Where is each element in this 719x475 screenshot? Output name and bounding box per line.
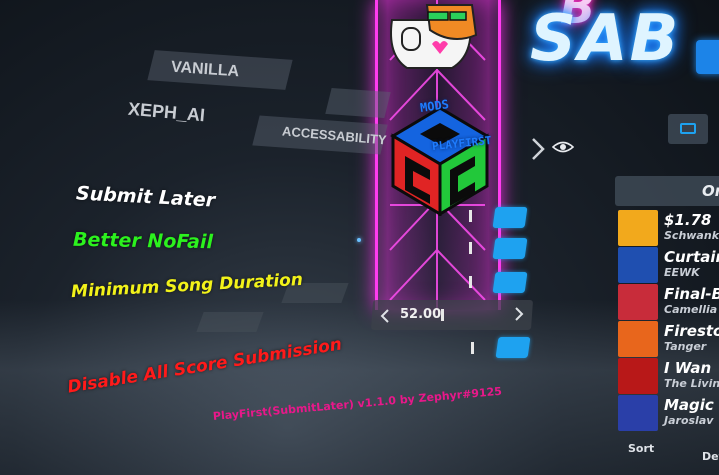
toggle-submit-later[interactable] xyxy=(492,207,528,228)
song-artist: Tanger xyxy=(664,340,707,353)
chevron-left-icon[interactable] xyxy=(378,307,392,325)
toggle-tick xyxy=(469,242,472,254)
song-list: $1.78 Schwank Curtain EEWK Final-B Camel… xyxy=(612,175,719,475)
sort-default-label[interactable]: Def xyxy=(702,450,719,463)
mascot-cat-icon xyxy=(390,4,478,69)
song-cover xyxy=(618,247,658,283)
song-title: $1.78 xyxy=(664,211,712,229)
stepper-value: 52.00 xyxy=(400,307,442,322)
option-better-nofail: Better NoFail xyxy=(72,228,214,254)
song-cover xyxy=(618,284,658,320)
song-cover xyxy=(618,210,658,246)
song-row[interactable]: Final-B Camellia xyxy=(612,284,719,321)
song-row[interactable]: Magic Jaroslav xyxy=(612,395,719,432)
sort-label[interactable]: Sort xyxy=(628,442,654,455)
song-row[interactable]: I Wan The Livin xyxy=(612,358,719,395)
eye-icon[interactable] xyxy=(552,139,574,155)
toggle-tick xyxy=(469,276,472,288)
light-dot xyxy=(357,238,361,242)
blue-block xyxy=(696,40,719,74)
toggle-better-nofail[interactable] xyxy=(492,238,528,259)
toggle-tick xyxy=(469,210,472,222)
song-title: I Wan xyxy=(664,359,712,377)
toggle-tick xyxy=(471,342,474,354)
song-title: Curtain xyxy=(664,248,719,266)
song-title: Firesto xyxy=(664,322,719,340)
song-cover xyxy=(618,358,658,394)
duration-stepper xyxy=(370,300,534,330)
song-row[interactable]: Curtain EEWK xyxy=(612,247,719,284)
song-artist: Camellia xyxy=(664,303,718,316)
title-logo: SAB xyxy=(530,2,681,76)
tab-xeph-ai[interactable]: XEPH_AI xyxy=(127,99,205,127)
song-cover xyxy=(618,395,658,431)
song-title: Magic xyxy=(664,396,714,414)
playfirst-cube-logo xyxy=(390,106,490,216)
song-artist: EEWK xyxy=(664,266,700,279)
song-row[interactable]: Firesto Tanger xyxy=(612,321,719,358)
song-cover xyxy=(618,321,658,357)
floor-plate xyxy=(196,312,264,332)
playlist-icon-button[interactable] xyxy=(668,114,708,144)
song-artist: Schwank xyxy=(664,229,719,242)
song-artist: The Livin xyxy=(664,377,719,390)
playlist-icon xyxy=(680,123,696,134)
tab-bar-xeph xyxy=(325,87,391,119)
toggle-disable-all-score-submission[interactable] xyxy=(495,337,531,358)
stepper-cursor xyxy=(441,309,444,321)
option-minimum-song-duration: Minimum Song Duration xyxy=(70,269,304,303)
song-title: Final-B xyxy=(664,285,719,303)
option-submit-later: Submit Later xyxy=(75,182,216,212)
song-artist: Jaroslav xyxy=(664,414,714,427)
chevron-right-icon[interactable] xyxy=(512,305,526,323)
song-row[interactable]: $1.78 Schwank xyxy=(612,210,719,247)
chevron-right-icon[interactable] xyxy=(528,136,548,162)
toggle-minimum-song-duration[interactable] xyxy=(492,272,528,293)
